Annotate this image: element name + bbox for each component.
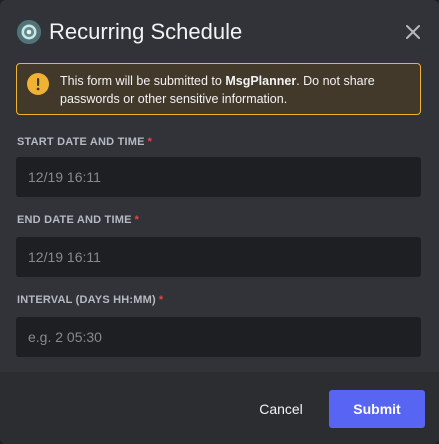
notice-text-before: This form will be submitted to [60, 74, 226, 88]
modal-header: Recurring Schedule [0, 0, 439, 62]
required-marker: * [134, 214, 140, 226]
end-date-label: END DATE AND TIME * [17, 214, 139, 226]
modal-footer: Cancel Submit [0, 372, 439, 444]
warning-notice: This form will be submitted to MsgPlanne… [16, 63, 421, 115]
interval-label: INTERVAL (DAYS HH:MM) * [17, 294, 163, 306]
interval-label-text: INTERVAL (DAYS HH:MM) [17, 294, 156, 306]
start-date-label-text: START DATE AND TIME [17, 136, 145, 148]
close-icon[interactable] [401, 20, 425, 44]
start-date-input[interactable] [16, 157, 421, 197]
submit-button[interactable]: Submit [329, 390, 425, 428]
modal-title: Recurring Schedule [49, 19, 243, 44]
required-marker: * [158, 294, 164, 306]
required-marker: * [147, 136, 153, 148]
start-date-label: START DATE AND TIME * [17, 136, 152, 148]
notice-text: This form will be submitted to MsgPlanne… [60, 72, 415, 108]
app-icon [17, 20, 41, 44]
warning-icon [27, 73, 49, 95]
notice-app-name: MsgPlanner [225, 74, 297, 88]
interval-input[interactable] [16, 317, 421, 357]
cancel-button[interactable]: Cancel [245, 390, 317, 428]
end-date-input[interactable] [16, 237, 421, 277]
recurring-schedule-modal: Recurring Schedule This form will be sub… [0, 0, 439, 444]
end-date-label-text: END DATE AND TIME [17, 214, 132, 226]
